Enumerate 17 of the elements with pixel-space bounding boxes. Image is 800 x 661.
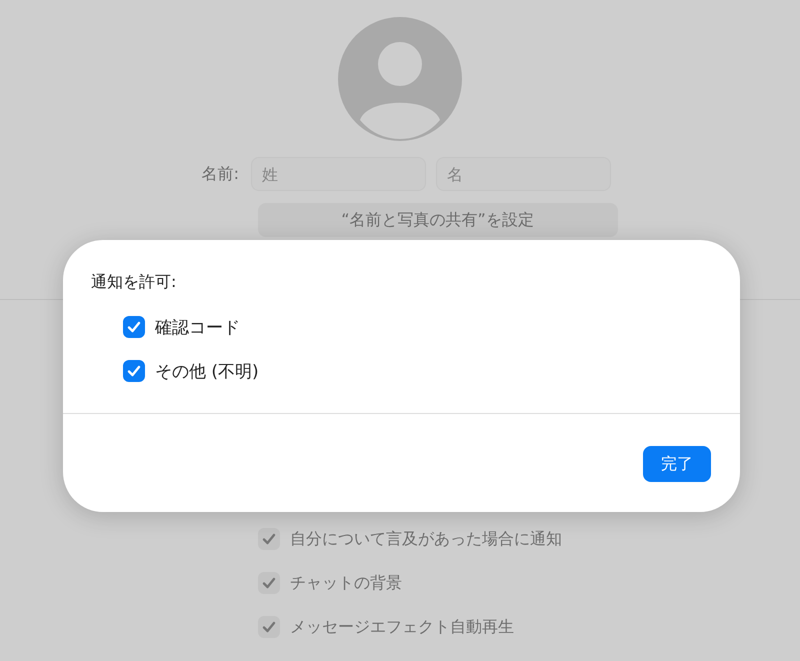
name-label: 名前: [200, 164, 239, 184]
checkbox[interactable] [123, 316, 145, 338]
checkbox[interactable] [258, 616, 280, 638]
name-field[interactable]: 名 [436, 157, 611, 191]
checkbox[interactable] [258, 528, 280, 550]
checkbox[interactable] [123, 360, 145, 382]
setting-label: チャットの背景 [290, 572, 402, 594]
option-label: その他 (不明) [155, 360, 259, 382]
avatar-icon [338, 17, 462, 141]
share-settings-button[interactable]: “名前と写真の共有”を設定 [258, 203, 618, 237]
dialog-title: 通知を許可: [91, 272, 178, 293]
done-button[interactable]: 完了 [643, 446, 711, 482]
setting-label: 自分について言及があった場合に通知 [290, 528, 562, 550]
option-label: 確認コード [155, 316, 240, 338]
setting-label: メッセージエフェクト自動再生 [290, 616, 514, 638]
name-field[interactable]: 姓 [251, 157, 426, 191]
checkbox[interactable] [258, 572, 280, 594]
